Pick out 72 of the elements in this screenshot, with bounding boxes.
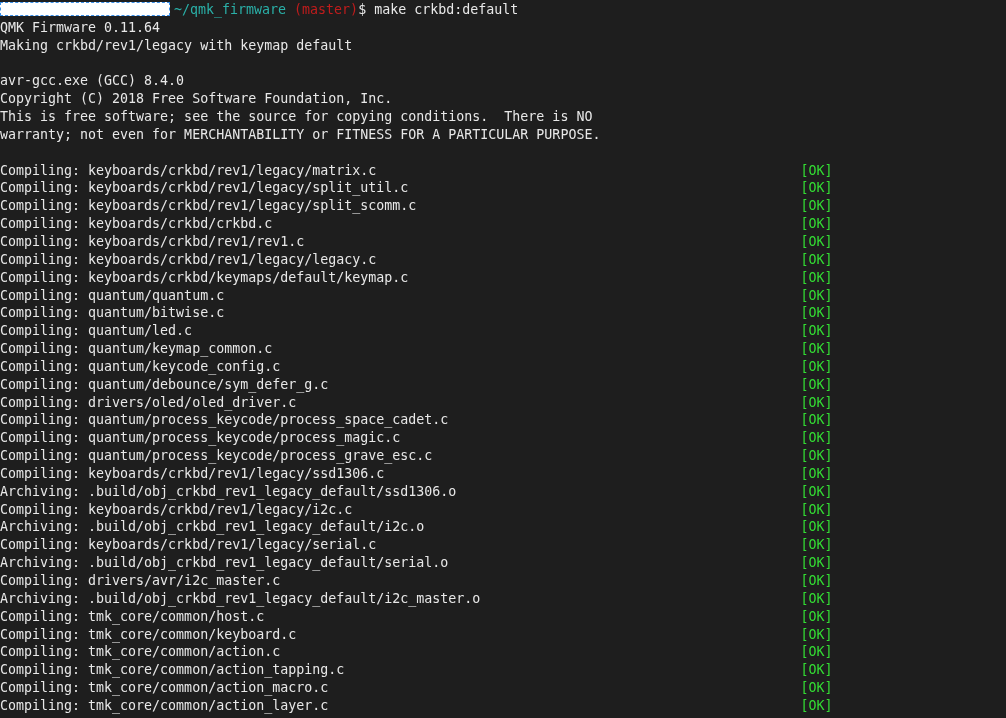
status-label: [OK] xyxy=(800,518,833,537)
output-line: avr-gcc.exe (GCC) 8.4.0 xyxy=(0,72,185,91)
build-step-line: Compiling: keyboards/crkbd/rev1/legacy/split_util.c xyxy=(0,179,410,198)
build-step-line: Compiling: keyboards/crkbd/keymaps/default/keymap.c xyxy=(0,268,410,287)
status-label: [OK] xyxy=(800,625,833,644)
build-step-line: Compiling: drivers/avr/i2c_master.c xyxy=(0,572,282,590)
build-step-line: Compiling: keyboards/crkbd/crkbd.c xyxy=(0,215,274,233)
build-step-line: Archiving: .build/obj_crkbd_rev1_legacy_default/ssd1306.o xyxy=(0,482,458,501)
status-label: [OK] xyxy=(800,286,833,305)
build-step-line: Compiling: tmk_core/common/keyboard.c xyxy=(0,625,298,644)
build-step-line: Compiling: tmk_core/common/action.c xyxy=(0,643,282,662)
status-label: [OK] xyxy=(800,215,833,233)
status-label: [OK] xyxy=(800,411,833,430)
status-label: [OK] xyxy=(800,572,833,590)
prompt-path: ~/qmk_firmware xyxy=(174,1,287,19)
output-line: QMK Firmware 0.11.64 xyxy=(0,18,161,37)
status-label: [OK] xyxy=(800,179,833,198)
status-label: [OK] xyxy=(800,696,833,715)
status-label: [OK] xyxy=(800,429,833,448)
build-step-line: Compiling: tmk_core/common/action_macro.c xyxy=(0,679,330,697)
build-step-line: Compiling: quantum/led.c xyxy=(0,322,194,341)
status-label: [OK] xyxy=(800,661,833,680)
build-step-line: Archiving: .build/obj_crkbd_rev1_legacy_default/i2c_master.o xyxy=(0,589,482,608)
status-label: [OK] xyxy=(800,268,833,287)
build-step-line: Compiling: tmk_core/common/action_layer.c xyxy=(0,696,330,715)
status-label: [OK] xyxy=(800,536,833,555)
status-label: [OK] xyxy=(800,589,833,608)
build-step-line: Compiling: quantum/keymap_common.c xyxy=(0,340,274,358)
build-step-line: Compiling: quantum/process_keycode/process_space_cadet.c xyxy=(0,411,450,430)
status-label: [OK] xyxy=(800,232,833,251)
build-step-line: Compiling: quantum/quantum.c xyxy=(0,286,226,305)
status-label: [OK] xyxy=(800,304,833,323)
status-label: [OK] xyxy=(800,482,833,501)
status-label: [OK] xyxy=(800,447,833,465)
status-label: [OK] xyxy=(800,554,833,572)
build-step-line: Compiling: keyboards/crkbd/rev1/legacy/i2c.c xyxy=(0,500,354,519)
status-label: [OK] xyxy=(800,322,833,341)
build-step-line: Compiling: quantum/process_keycode/process_grave_esc.c xyxy=(0,447,434,465)
status-label: [OK] xyxy=(800,679,833,697)
status-label: [OK] xyxy=(800,357,833,376)
command-text: make crkbd:default xyxy=(373,1,519,19)
status-label: [OK] xyxy=(800,161,833,180)
build-step-line: Compiling: keyboards/crkbd/rev1/legacy/split_scomm.c xyxy=(0,197,418,216)
prompt-symbol: $ xyxy=(358,1,367,19)
output-line: Making crkbd/rev1/legacy with keymap default xyxy=(0,36,353,55)
build-step-line: Compiling: quantum/bitwise.c xyxy=(0,304,226,323)
status-label: [OK] xyxy=(800,607,833,626)
build-step-line: Compiling: quantum/process_keycode/process_magic.c xyxy=(0,429,402,448)
status-label: [OK] xyxy=(800,464,833,483)
build-step-line: Archiving: .build/obj_crkbd_rev1_legacy_default/serial.o xyxy=(0,554,450,572)
build-step-line: Archiving: .build/obj_crkbd_rev1_legacy_default/i2c.o xyxy=(0,518,426,537)
build-step-line: Compiling: tmk_core/common/host.c xyxy=(0,607,266,626)
build-step-line: Compiling: drivers/oled/oled_driver.c xyxy=(0,393,298,412)
output-line: Copyright (C) 2018 Free Software Foundation, Inc. xyxy=(0,90,393,109)
git-branch: (master) xyxy=(293,1,359,19)
status-label: [OK] xyxy=(800,643,833,662)
status-label: [OK] xyxy=(800,197,833,216)
status-label: [OK] xyxy=(800,393,833,412)
build-step-line: Compiling: keyboards/crkbd/rev1/legacy/matrix.c xyxy=(0,161,378,180)
output-line: This is free software; see the source for copying conditions. There is NO xyxy=(0,108,593,126)
status-label: [OK] xyxy=(800,500,833,519)
build-step-line: Compiling: quantum/keycode_config.c xyxy=(0,357,282,376)
status-label: [OK] xyxy=(800,375,833,394)
build-step-line: Compiling: keyboards/crkbd/rev1/rev1.c xyxy=(0,232,306,251)
build-step-line: Compiling: quantum/debounce/sym_defer_g.c xyxy=(0,375,330,394)
status-label: [OK] xyxy=(800,340,833,358)
build-step-line: Compiling: tmk_core/common/action_tapping.c xyxy=(0,661,346,680)
build-step-line: Compiling: keyboards/crkbd/rev1/legacy/ssd1306.c xyxy=(0,464,386,483)
output-line: warranty; not even for MERCHANTABILITY or FITNESS FOR A PARTICULAR PURPOSE. xyxy=(0,125,601,144)
status-label: [OK] xyxy=(800,250,833,269)
build-step-line: Compiling: keyboards/crkbd/rev1/legacy/serial.c xyxy=(0,536,378,555)
build-step-line: Compiling: keyboards/crkbd/rev1/legacy/legacy.c xyxy=(0,250,378,269)
